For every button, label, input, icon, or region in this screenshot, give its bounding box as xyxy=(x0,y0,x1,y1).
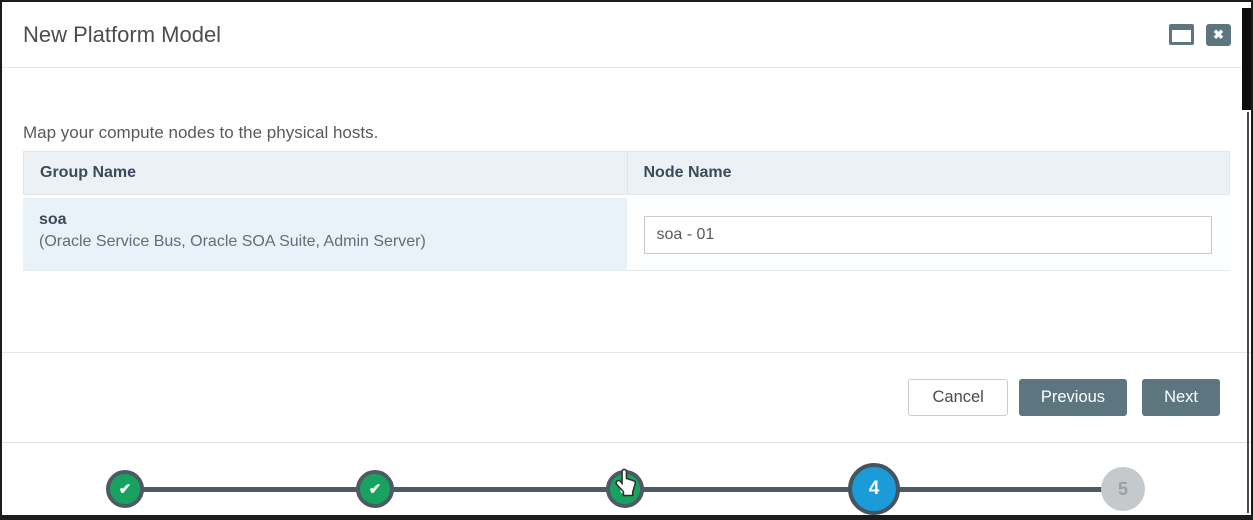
dialog-title: New Platform Model xyxy=(23,22,221,48)
step-compute-to-infrastructure-mapping[interactable]: 4 COMPUTE TO INFRASTRUCTURE MAPPING xyxy=(749,443,999,520)
dialog-footer: Cancel Previous Next xyxy=(2,353,1251,443)
table-row: soa (Oracle Service Bus, Oracle SOA Suit… xyxy=(23,198,1230,271)
step-compute-node-count[interactable]: ✔ COMPUTE NODE COUNT xyxy=(500,443,750,520)
upcoming-step-circle: 5 xyxy=(1101,467,1145,511)
check-circle-icon[interactable]: ✔ xyxy=(606,470,644,508)
close-icon[interactable]: ✖ xyxy=(1206,24,1231,46)
check-circle-icon[interactable]: ✔ xyxy=(356,470,394,508)
instruction-text: Map your compute nodes to the physical h… xyxy=(23,123,1230,143)
maximize-icon[interactable] xyxy=(1169,24,1194,45)
column-header-node-name: Node Name xyxy=(627,152,1230,194)
check-circle-icon[interactable]: ✔ xyxy=(106,470,144,508)
node-mapping-table: Group Name Node Name soa (Oracle Service… xyxy=(23,151,1230,271)
next-button[interactable]: Next xyxy=(1142,379,1220,416)
dialog-header: New Platform Model ✖ xyxy=(2,2,1251,68)
dialog-content: Map your compute nodes to the physical h… xyxy=(2,123,1251,353)
previous-button[interactable]: Previous xyxy=(1019,379,1127,416)
node-name-input[interactable] xyxy=(644,216,1213,254)
scrollbar-track xyxy=(1247,112,1249,513)
group-detail: (Oracle Service Bus, Oracle SOA Suite, A… xyxy=(39,233,611,251)
step-basic-information[interactable]: ✔ BASIC INFORMATION xyxy=(0,443,250,520)
step-summary: 5 SUMMARY xyxy=(998,443,1248,520)
window-controls: ✖ xyxy=(1169,24,1231,46)
column-header-group-name: Group Name xyxy=(24,152,627,194)
node-name-cell xyxy=(627,198,1231,270)
active-step-circle[interactable]: 4 xyxy=(848,463,900,515)
step-infrastructure[interactable]: ✔ INFRASTRUCTURE xyxy=(250,443,500,520)
table-header-row: Group Name Node Name xyxy=(23,151,1230,195)
cancel-button[interactable]: Cancel xyxy=(908,379,1007,416)
new-platform-model-dialog: New Platform Model ✖ Map your compute no… xyxy=(0,0,1253,520)
scrollbar-thumb[interactable] xyxy=(1242,8,1251,110)
wizard-stepper: ✔ BASIC INFORMATION ✔ INFRASTRUCTURE ✔ C… xyxy=(2,443,1251,520)
group-name-cell: soa (Oracle Service Bus, Oracle SOA Suit… xyxy=(23,198,627,270)
group-name: soa xyxy=(39,211,611,229)
